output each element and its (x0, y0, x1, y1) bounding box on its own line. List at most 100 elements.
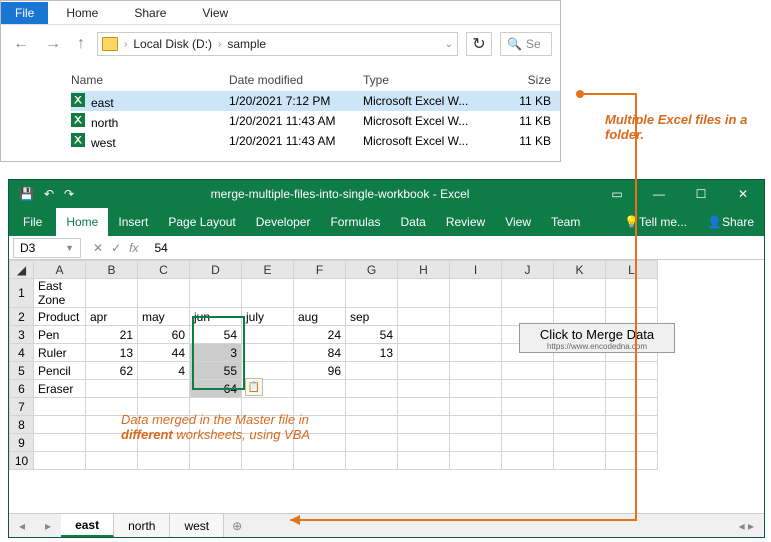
cell[interactable] (242, 344, 294, 362)
cell[interactable] (606, 434, 658, 452)
cell[interactable] (294, 452, 346, 470)
cell[interactable]: may (138, 308, 190, 326)
col-header[interactable]: J (502, 261, 554, 279)
search-box[interactable]: 🔍 Se (500, 32, 552, 56)
cell[interactable] (554, 416, 606, 434)
refresh-button[interactable]: ↻ (466, 32, 492, 56)
cell[interactable]: Eraser (34, 380, 86, 398)
paste-options-icon[interactable]: 📋 (245, 378, 263, 396)
close-icon[interactable]: ✕ (722, 180, 764, 208)
cell[interactable]: 21 (86, 326, 138, 344)
cell[interactable]: aug (294, 308, 346, 326)
undo-icon[interactable]: ↶ (44, 187, 54, 201)
cell[interactable]: Pen (34, 326, 86, 344)
cell[interactable] (242, 362, 294, 380)
menu-share[interactable]: Share (116, 2, 184, 24)
cell[interactable] (606, 452, 658, 470)
cell[interactable]: 54 (190, 326, 242, 344)
share-button[interactable]: 👤 Share (697, 208, 764, 236)
cell[interactable] (554, 452, 606, 470)
enter-icon[interactable]: ✓ (111, 241, 121, 255)
cell[interactable] (502, 398, 554, 416)
tab-view[interactable]: View (495, 208, 541, 236)
cell[interactable] (34, 398, 86, 416)
col-type[interactable]: Type (363, 73, 501, 87)
cell[interactable] (502, 279, 554, 308)
col-header[interactable]: K (554, 261, 606, 279)
cancel-icon[interactable]: ✕ (93, 241, 103, 255)
cell[interactable]: 24 (294, 326, 346, 344)
cell[interactable] (450, 380, 502, 398)
cell[interactable]: 3 (190, 344, 242, 362)
cell[interactable]: 84 (294, 344, 346, 362)
cell[interactable]: july (242, 308, 294, 326)
row-header[interactable]: 2 (10, 308, 34, 326)
cell[interactable] (554, 362, 606, 380)
cell[interactable] (606, 380, 658, 398)
save-icon[interactable]: 💾 (19, 187, 34, 201)
cell[interactable] (502, 452, 554, 470)
menu-file[interactable]: File (1, 2, 48, 24)
cell[interactable] (346, 380, 398, 398)
cell[interactable] (398, 380, 450, 398)
formula-value[interactable]: 54 (146, 241, 175, 255)
row-header[interactable]: 3 (10, 326, 34, 344)
sheet-tab[interactable]: north (114, 514, 170, 537)
col-header[interactable]: B (86, 261, 138, 279)
cell[interactable]: 60 (138, 326, 190, 344)
tab-developer[interactable]: Developer (246, 208, 321, 236)
cell[interactable] (450, 362, 502, 380)
col-header[interactable]: A (34, 261, 86, 279)
cell[interactable] (34, 434, 86, 452)
maximize-icon[interactable]: ☐ (680, 180, 722, 208)
cell[interactable] (346, 434, 398, 452)
cell[interactable] (138, 452, 190, 470)
col-name[interactable]: Name (71, 73, 229, 87)
cell[interactable] (450, 452, 502, 470)
file-row[interactable]: west1/20/2021 11:43 AMMicrosoft Excel W.… (71, 131, 560, 151)
row-header[interactable]: 6 (10, 380, 34, 398)
fx-icon[interactable]: fx (129, 241, 138, 255)
tab-pagelayout[interactable]: Page Layout (158, 208, 245, 236)
row-header[interactable]: 10 (10, 452, 34, 470)
cell[interactable]: East Zone (34, 279, 86, 308)
col-date[interactable]: Date modified (229, 73, 363, 87)
tab-insert[interactable]: Insert (108, 208, 158, 236)
col-header[interactable]: E (242, 261, 294, 279)
menu-home[interactable]: Home (48, 2, 116, 24)
cell[interactable] (450, 416, 502, 434)
cell[interactable] (606, 362, 658, 380)
cell[interactable] (398, 416, 450, 434)
sheet-nav-prev-icon[interactable]: ◂ (9, 519, 35, 533)
tab-home[interactable]: Home (56, 208, 108, 236)
ribbon-options-icon[interactable]: ▭ (596, 180, 638, 208)
cell[interactable] (86, 279, 138, 308)
col-header[interactable]: F (294, 261, 346, 279)
sheet-tab[interactable]: west (170, 514, 224, 537)
cell[interactable] (450, 279, 502, 308)
cell[interactable] (502, 434, 554, 452)
tab-formulas[interactable]: Formulas (320, 208, 390, 236)
row-header[interactable]: 5 (10, 362, 34, 380)
name-box[interactable]: D3▼ (13, 238, 81, 258)
cell[interactable] (450, 326, 502, 344)
cell[interactable] (450, 308, 502, 326)
cell[interactable] (398, 362, 450, 380)
cell[interactable]: 44 (138, 344, 190, 362)
cell[interactable]: 62 (86, 362, 138, 380)
address-bar[interactable]: › Local Disk (D:) › sample ⌄ (97, 32, 458, 56)
cell[interactable]: 64 (190, 380, 242, 398)
select-all-cell[interactable]: ◢ (10, 261, 34, 279)
cell[interactable] (398, 398, 450, 416)
cell[interactable] (294, 380, 346, 398)
cell[interactable] (242, 279, 294, 308)
cell[interactable] (450, 344, 502, 362)
breadcrumb-drive[interactable]: Local Disk (D:) (133, 37, 212, 51)
cell[interactable] (554, 398, 606, 416)
new-sheet-icon[interactable]: ⊕ (224, 519, 250, 533)
cell[interactable] (502, 416, 554, 434)
file-row[interactable]: north1/20/2021 11:43 AMMicrosoft Excel W… (71, 111, 560, 131)
cell[interactable]: sep (346, 308, 398, 326)
cell[interactable] (398, 308, 450, 326)
cell[interactable]: 54 (346, 326, 398, 344)
